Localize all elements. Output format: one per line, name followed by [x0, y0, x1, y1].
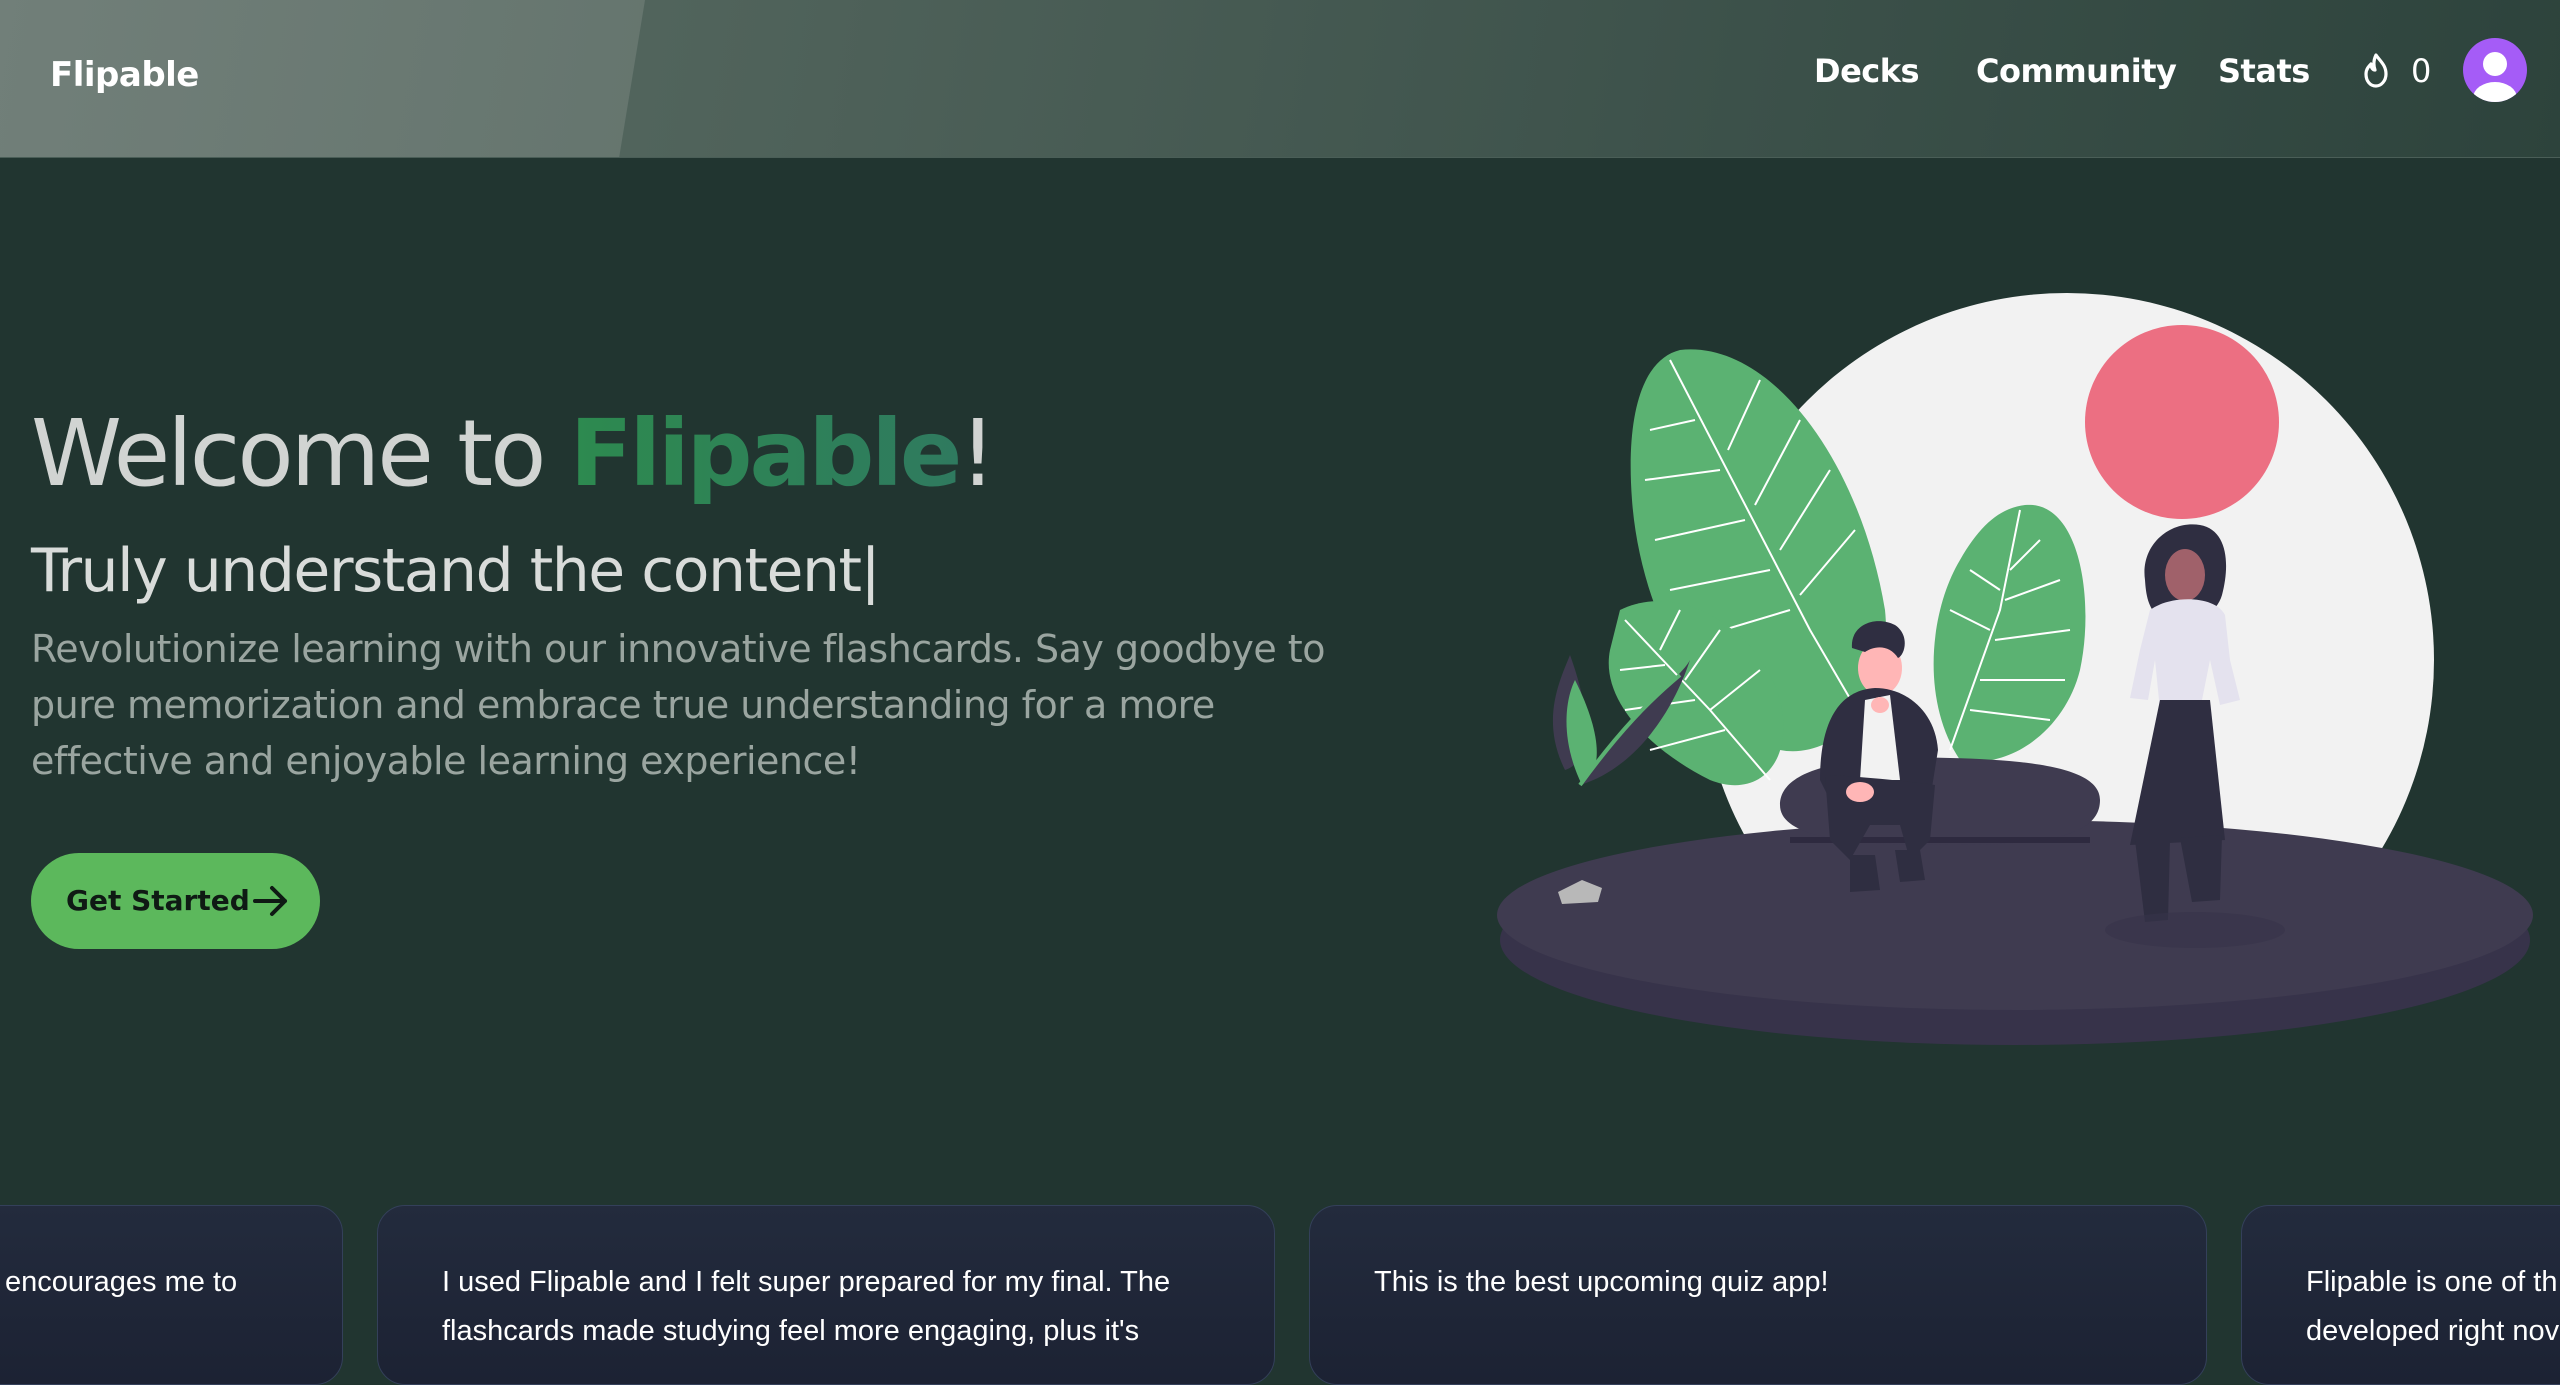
nav-link-decks[interactable]: Decks: [1814, 52, 1920, 90]
brand-logo-text[interactable]: Flipable: [50, 55, 199, 95]
get-started-button[interactable]: Get Started: [31, 853, 320, 949]
nav-link-community[interactable]: Community: [1976, 52, 2177, 90]
testimonial-text: This is the best upcoming quiz app!: [1374, 1258, 1829, 1307]
testimonial-text: encourages me to: [5, 1258, 237, 1307]
hero-title: Welcome to Flipable!: [31, 400, 996, 507]
testimonial-card: Flipable is one of th developed right no…: [2241, 1205, 2560, 1385]
hero-illustration: [1497, 293, 2533, 1045]
get-started-label: Get Started: [66, 884, 250, 917]
testimonial-card: I used Flipable and I felt super prepare…: [377, 1205, 1275, 1385]
testimonial-line: I used Flipable and I felt super prepare…: [442, 1266, 1171, 1298]
hero-title-suffix: !: [959, 400, 996, 507]
ground-platform: [1497, 820, 2533, 1010]
hero-title-prefix: Welcome to: [31, 400, 570, 507]
user-avatar-button[interactable]: [2463, 38, 2527, 102]
testimonial-line: flashcards made studying feel more engag…: [442, 1315, 1140, 1347]
sun-circle: [2085, 325, 2279, 519]
hero-description: Revolutionize learning with our innovati…: [31, 627, 1325, 783]
testimonial-line: This is the best upcoming quiz app!: [1374, 1266, 1829, 1298]
hero-title-brand: Flipable: [569, 400, 963, 507]
testimonial-text: I used Flipable and I felt super prepare…: [442, 1258, 1170, 1356]
testimonial-line: encourages me to: [5, 1266, 238, 1298]
testimonial-line: developed right nov: [2306, 1315, 2560, 1347]
flame-icon: [2364, 53, 2388, 88]
streak-count: 0: [2411, 52, 2432, 90]
testimonial-card: encourages me to: [0, 1205, 343, 1385]
testimonial-text: Flipable is one of th developed right no…: [2306, 1258, 2559, 1356]
testimonial-card: This is the best upcoming quiz app!: [1309, 1205, 2207, 1385]
nav-link-stats[interactable]: Stats: [2218, 52, 2310, 90]
user-avatar-icon: [2473, 52, 2517, 102]
hero-subtitle-typewriter: Truly understand the content|: [31, 536, 881, 606]
testimonial-line: Flipable is one of th: [2306, 1266, 2558, 1298]
arrow-right-icon: [253, 886, 287, 916]
top-navbar: Flipable Decks Community Stats 0: [0, 0, 2560, 158]
